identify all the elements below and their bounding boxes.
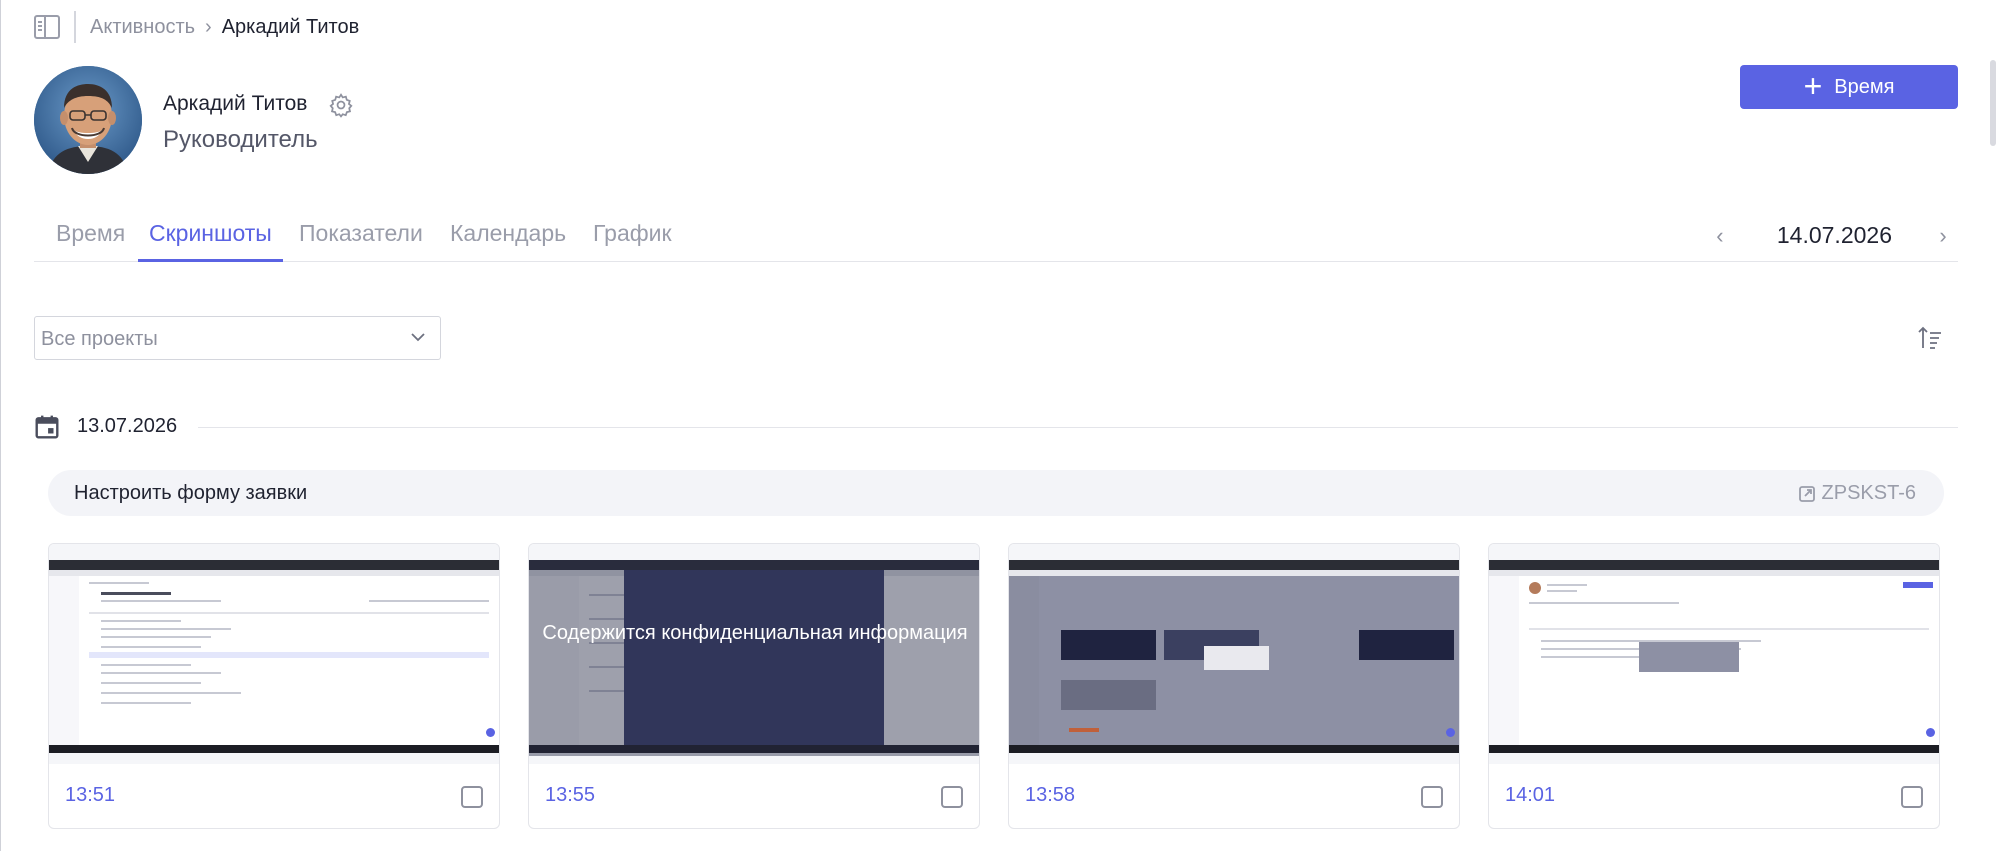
profile-name: Аркадий Титов [163, 92, 308, 115]
tab-time[interactable]: Время [45, 220, 136, 262]
add-time-button[interactable]: + Время [1740, 65, 1958, 109]
screenshot-checkbox[interactable] [461, 786, 483, 808]
date-navigator: ‹ 14.07.2026 › [1705, 222, 1958, 249]
screenshot-card: 14:01 [1488, 543, 1940, 829]
task-header: Настроить форму заявки ZPSKST-6 [48, 470, 1944, 516]
confidential-label: Содержится конфиденциальная информация [542, 622, 968, 644]
group-date: 13.07.2026 [77, 415, 178, 437]
breadcrumb-chevron-icon: › [205, 15, 212, 38]
scrollbar-thumb[interactable] [1990, 60, 1996, 146]
screenshot-image [1009, 560, 1459, 753]
task-key: ZPSKST-6 [1821, 482, 1916, 504]
window-edge [0, 0, 1, 851]
screenshot-time[interactable]: 13:51 [65, 784, 115, 807]
screenshot-time[interactable]: 13:58 [1025, 784, 1075, 807]
divider [198, 427, 1958, 428]
calendar-icon [34, 414, 60, 440]
plus-icon: + [1803, 67, 1823, 104]
profile-role: Руководитель [163, 126, 318, 153]
confidential-overlay [529, 560, 979, 756]
task-title: Настроить форму заявки [74, 482, 308, 504]
screenshot-card: Содержится конфиденциальная информация 1… [528, 543, 980, 829]
screenshot-image [49, 560, 499, 753]
chevron-left-icon[interactable]: ‹ [1705, 223, 1735, 249]
screenshot-checkbox[interactable] [941, 786, 963, 808]
breadcrumb-current: Аркадий Титов [221, 15, 360, 38]
project-select-value: Все проекты [41, 328, 158, 350]
task-key-link[interactable]: ZPSKST-6 [1798, 482, 1916, 505]
current-date[interactable]: 14.07.2026 [1777, 222, 1892, 249]
external-link-icon [1798, 485, 1815, 502]
gear-icon[interactable] [328, 92, 354, 118]
breadcrumb-divider [74, 11, 76, 43]
screenshot-checkbox[interactable] [1421, 786, 1443, 808]
sort-icon[interactable] [1916, 324, 1944, 352]
breadcrumb: Активность › Аркадий Титов [34, 11, 360, 43]
screenshot-card: 13:58 [1008, 543, 1460, 829]
screenshot-checkbox[interactable] [1901, 786, 1923, 808]
tab-schedule[interactable]: График [582, 220, 683, 262]
screenshot-image [1489, 560, 1939, 753]
tab-metrics[interactable]: Показатели [288, 220, 434, 262]
screenshot-card: 13:51 [48, 543, 500, 829]
scrollbar-track[interactable] [1986, 0, 2000, 851]
tab-calendar[interactable]: Календарь [439, 220, 577, 262]
chevron-right-icon[interactable]: › [1928, 223, 1958, 249]
add-time-label: Время [1834, 75, 1895, 98]
chevron-down-icon [408, 327, 428, 352]
avatar [34, 66, 142, 174]
screenshot-thumbnail[interactable] [49, 544, 499, 764]
sidebar-toggle-icon[interactable] [34, 15, 60, 39]
screenshot-thumbnail[interactable] [1009, 544, 1459, 764]
screenshot-thumbnail[interactable] [1489, 544, 1939, 764]
screenshot-thumbnail[interactable]: Содержится конфиденциальная информация [529, 544, 979, 764]
screenshot-time[interactable]: 14:01 [1505, 784, 1555, 807]
breadcrumb-activity-link[interactable]: Активность [90, 16, 195, 39]
project-select[interactable]: Все проекты [34, 316, 441, 360]
tab-screenshots[interactable]: Скриншоты [138, 220, 283, 262]
tabs-bar: Время Скриншоты Показатели Календарь Гра… [34, 210, 1958, 262]
screenshot-time[interactable]: 13:55 [545, 784, 595, 807]
